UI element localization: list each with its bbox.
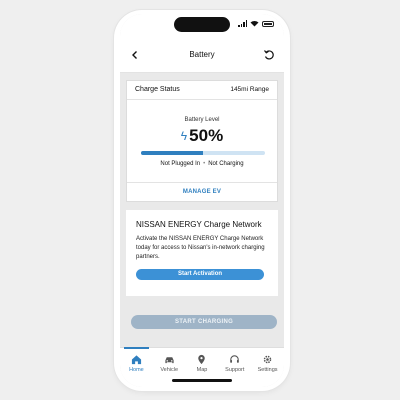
charge-status-header: Charge Status 145mi Range: [127, 81, 277, 100]
battery-progress-fill: [141, 151, 203, 155]
tab-label: Home: [129, 367, 144, 373]
battery-percent: 50%: [189, 126, 224, 145]
app-screen: Battery Charge Status 145mi Range Batter…: [120, 14, 284, 387]
top-header: Battery: [120, 36, 284, 73]
refresh-icon: [264, 50, 274, 60]
charge-status-label: Charge Status: [135, 86, 180, 93]
wifi-icon: [250, 20, 259, 27]
charge-status-card: Charge Status 145mi Range Battery Level …: [126, 80, 278, 202]
battery-status-icon: [262, 20, 274, 27]
tab-label: Support: [225, 367, 245, 373]
phone-frame: Battery Charge Status 145mi Range Batter…: [114, 10, 290, 391]
plug-status: Not Plugged In: [160, 161, 201, 167]
charge-network-card: NISSAN ENERGY Charge Network Activate th…: [126, 210, 278, 296]
separator-dot: •: [203, 161, 206, 167]
camera-notch: [174, 17, 230, 32]
tab-label: Settings: [257, 367, 278, 373]
charging-state-row: Not Plugged In • Not Charging: [127, 161, 277, 167]
tab-label: Vehicle: [160, 367, 179, 373]
range-label: 145mi Range: [230, 86, 269, 93]
status-icons: [238, 20, 274, 27]
gear-icon: [263, 355, 272, 364]
car-icon: [165, 357, 174, 364]
tab-home[interactable]: Home: [120, 347, 153, 387]
divider: [127, 182, 277, 183]
page-title: Battery: [189, 50, 215, 59]
start-activation-button[interactable]: Start Activation: [136, 269, 264, 280]
tab-settings[interactable]: Settings: [251, 348, 284, 387]
status-bar: [120, 14, 284, 36]
charge-state: Not Charging: [208, 161, 244, 167]
home-icon: [131, 355, 141, 365]
network-card-title: NISSAN ENERGY Charge Network: [136, 220, 262, 229]
network-card-body: Activate the NISSAN ENERGY Charge Networ…: [136, 236, 265, 260]
lightning-bolt-icon: ϟ: [180, 129, 188, 143]
signal-icon: [238, 20, 247, 27]
battery-level-label: Battery Level: [184, 117, 220, 123]
tab-label: Map: [196, 367, 208, 373]
home-indicator: [172, 379, 232, 382]
manage-ev-link[interactable]: MANAGE EV: [127, 189, 277, 195]
battery-percent-row: ϟ 50%: [127, 126, 277, 146]
refresh-button[interactable]: [262, 48, 276, 62]
start-charging-button[interactable]: START CHARGING: [131, 315, 277, 329]
battery-progress-bar: [141, 151, 265, 155]
map-pin-icon: [198, 354, 206, 365]
headset-icon: [230, 355, 240, 363]
